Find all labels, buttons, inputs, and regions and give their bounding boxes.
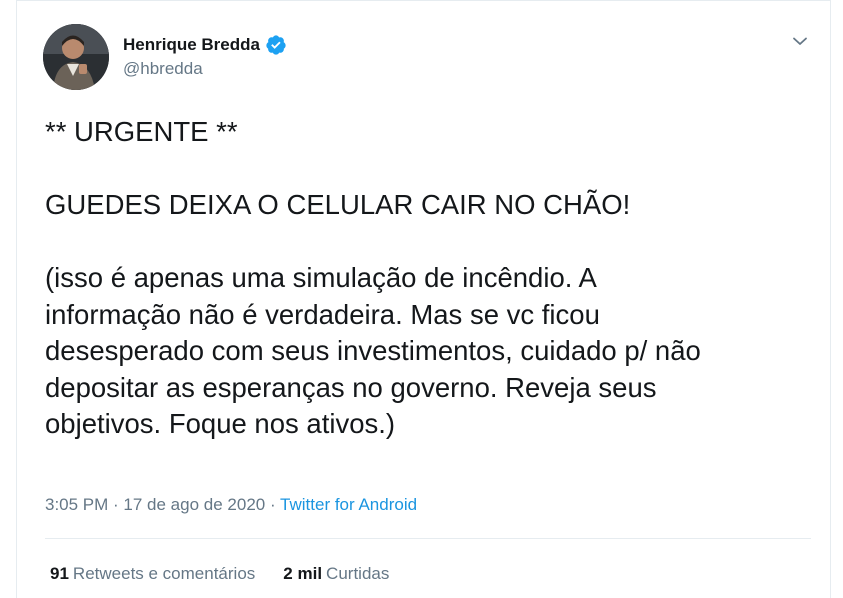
meta-separator: ·	[108, 495, 124, 514]
tweet-source-link[interactable]: Twitter for Android	[280, 495, 417, 514]
chevron-down-icon[interactable]	[788, 29, 812, 53]
retweets-label: Retweets e comentários	[72, 564, 256, 583]
likes-stat[interactable]: 2 mil Curtidas	[283, 564, 389, 584]
retweets-stat[interactable]: 91 Retweets e comentários	[50, 564, 255, 584]
tweet-text: ** URGENTE ** GUEDES DEIXA O CELULAR CAI…	[45, 116, 701, 439]
avatar-image	[43, 24, 109, 90]
tweet-date[interactable]: 17 de ago de 2020	[123, 495, 265, 514]
tweet-meta: 3:05 PM · 17 de ago de 2020 · Twitter fo…	[45, 495, 417, 515]
avatar[interactable]	[43, 24, 109, 90]
divider	[45, 538, 811, 539]
meta-separator: ·	[265, 495, 281, 514]
likes-label: Curtidas	[326, 564, 390, 583]
author-handle[interactable]: @hbredda	[123, 59, 287, 79]
tweet-card: Henrique Bredda @hbredda ** URGENTE ** G…	[16, 0, 831, 598]
verified-badge-icon	[266, 35, 286, 55]
author-block: Henrique Bredda @hbredda	[123, 34, 287, 79]
retweets-count: 91	[50, 564, 69, 583]
likes-count: 2 mil	[283, 564, 323, 583]
tweet-stats: 91 Retweets e comentários 2 mil Curtidas	[50, 564, 417, 584]
tweet-time[interactable]: 3:05 PM	[45, 495, 108, 514]
author-display-name[interactable]: Henrique Bredda	[123, 35, 260, 55]
